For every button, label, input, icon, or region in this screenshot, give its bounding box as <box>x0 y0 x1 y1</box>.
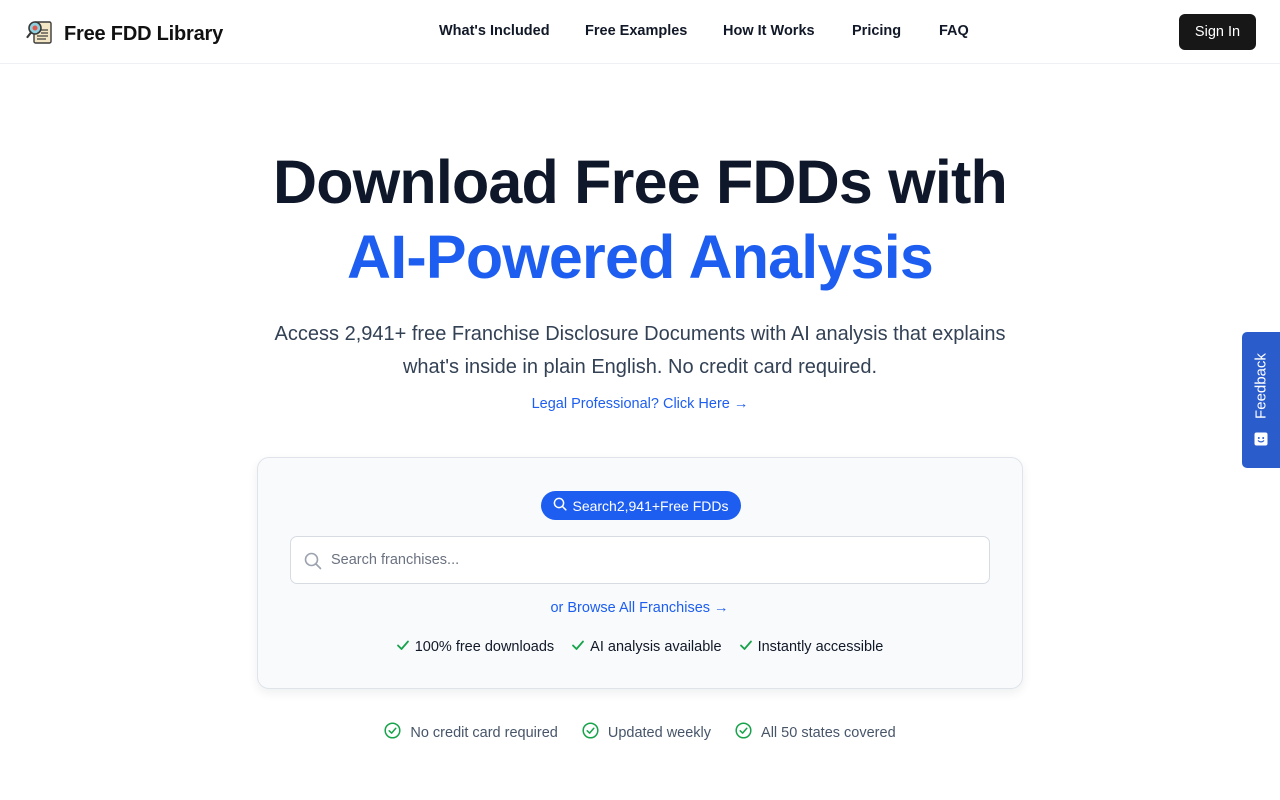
hero-title: Download Free FDDs with <box>273 148 1008 216</box>
search-count-badge: Search2,941+Free FDDs <box>541 491 741 520</box>
nav-faq[interactable]: FAQ <box>939 23 969 39</box>
trust-label: No credit card required <box>410 724 558 741</box>
legal-professional-link[interactable]: Legal Professional? Click Here → <box>532 396 749 412</box>
feature-check-item: 100% free downloads <box>396 638 554 656</box>
check-icon <box>571 638 590 656</box>
search-box[interactable] <box>290 536 990 584</box>
hero-title-highlight: AI-Powered Analysis <box>347 223 934 291</box>
nav-whats-included[interactable]: What's Included <box>439 23 550 39</box>
nav-free-examples[interactable]: Free Examples <box>585 23 687 39</box>
feedback-tab[interactable]: Feedback <box>1242 332 1280 468</box>
trust-item: No credit card required <box>384 722 558 743</box>
sign-in-button[interactable]: Sign In <box>1179 14 1256 50</box>
feedback-label: Feedback <box>1252 353 1270 419</box>
browse-all-link[interactable]: or Browse All Franchises → <box>550 600 728 616</box>
check-circle-icon <box>384 722 410 743</box>
site-header: Free FDD Library What's Included Free Ex… <box>0 0 1280 64</box>
smile-icon <box>1254 432 1268 451</box>
feature-check-item: AI analysis available <box>571 638 722 656</box>
brand-name: Free FDD Library <box>64 23 224 45</box>
check-circle-icon <box>735 722 761 743</box>
check-icon <box>396 638 415 656</box>
feature-check-label: Instantly accessible <box>757 639 884 655</box>
hero-subtitle: Access 2,941+ free Franchise Disclosure … <box>274 323 1006 378</box>
feature-check-label: AI analysis available <box>590 639 722 655</box>
feature-check-label: 100% free downloads <box>414 639 555 655</box>
search-count-label: Search2,941+Free FDDs <box>572 497 729 514</box>
check-icon <box>739 638 758 656</box>
nav-how-it-works[interactable]: How It Works <box>723 23 815 39</box>
search-card: Search2,941+Free FDDs or Browse All Fran… <box>257 457 1023 689</box>
search-input[interactable] <box>331 537 971 583</box>
trust-item: Updated weekly <box>582 722 711 743</box>
check-circle-icon <box>582 722 608 743</box>
search-icon <box>553 497 572 514</box>
magnifier-document-icon <box>26 18 54 51</box>
brand-logo[interactable]: Free FDD Library <box>26 18 223 51</box>
feature-checks: 100% free downloads AI analysis availabl… <box>258 638 1021 656</box>
trust-label: Updated weekly <box>607 724 712 741</box>
trust-item: All 50 states covered <box>735 722 896 743</box>
trust-row: No credit card required Updated weekly A… <box>0 722 1280 743</box>
feature-check-item: Instantly accessible <box>739 638 884 656</box>
nav-pricing[interactable]: Pricing <box>852 23 901 39</box>
trust-label: All 50 states covered <box>761 724 896 741</box>
